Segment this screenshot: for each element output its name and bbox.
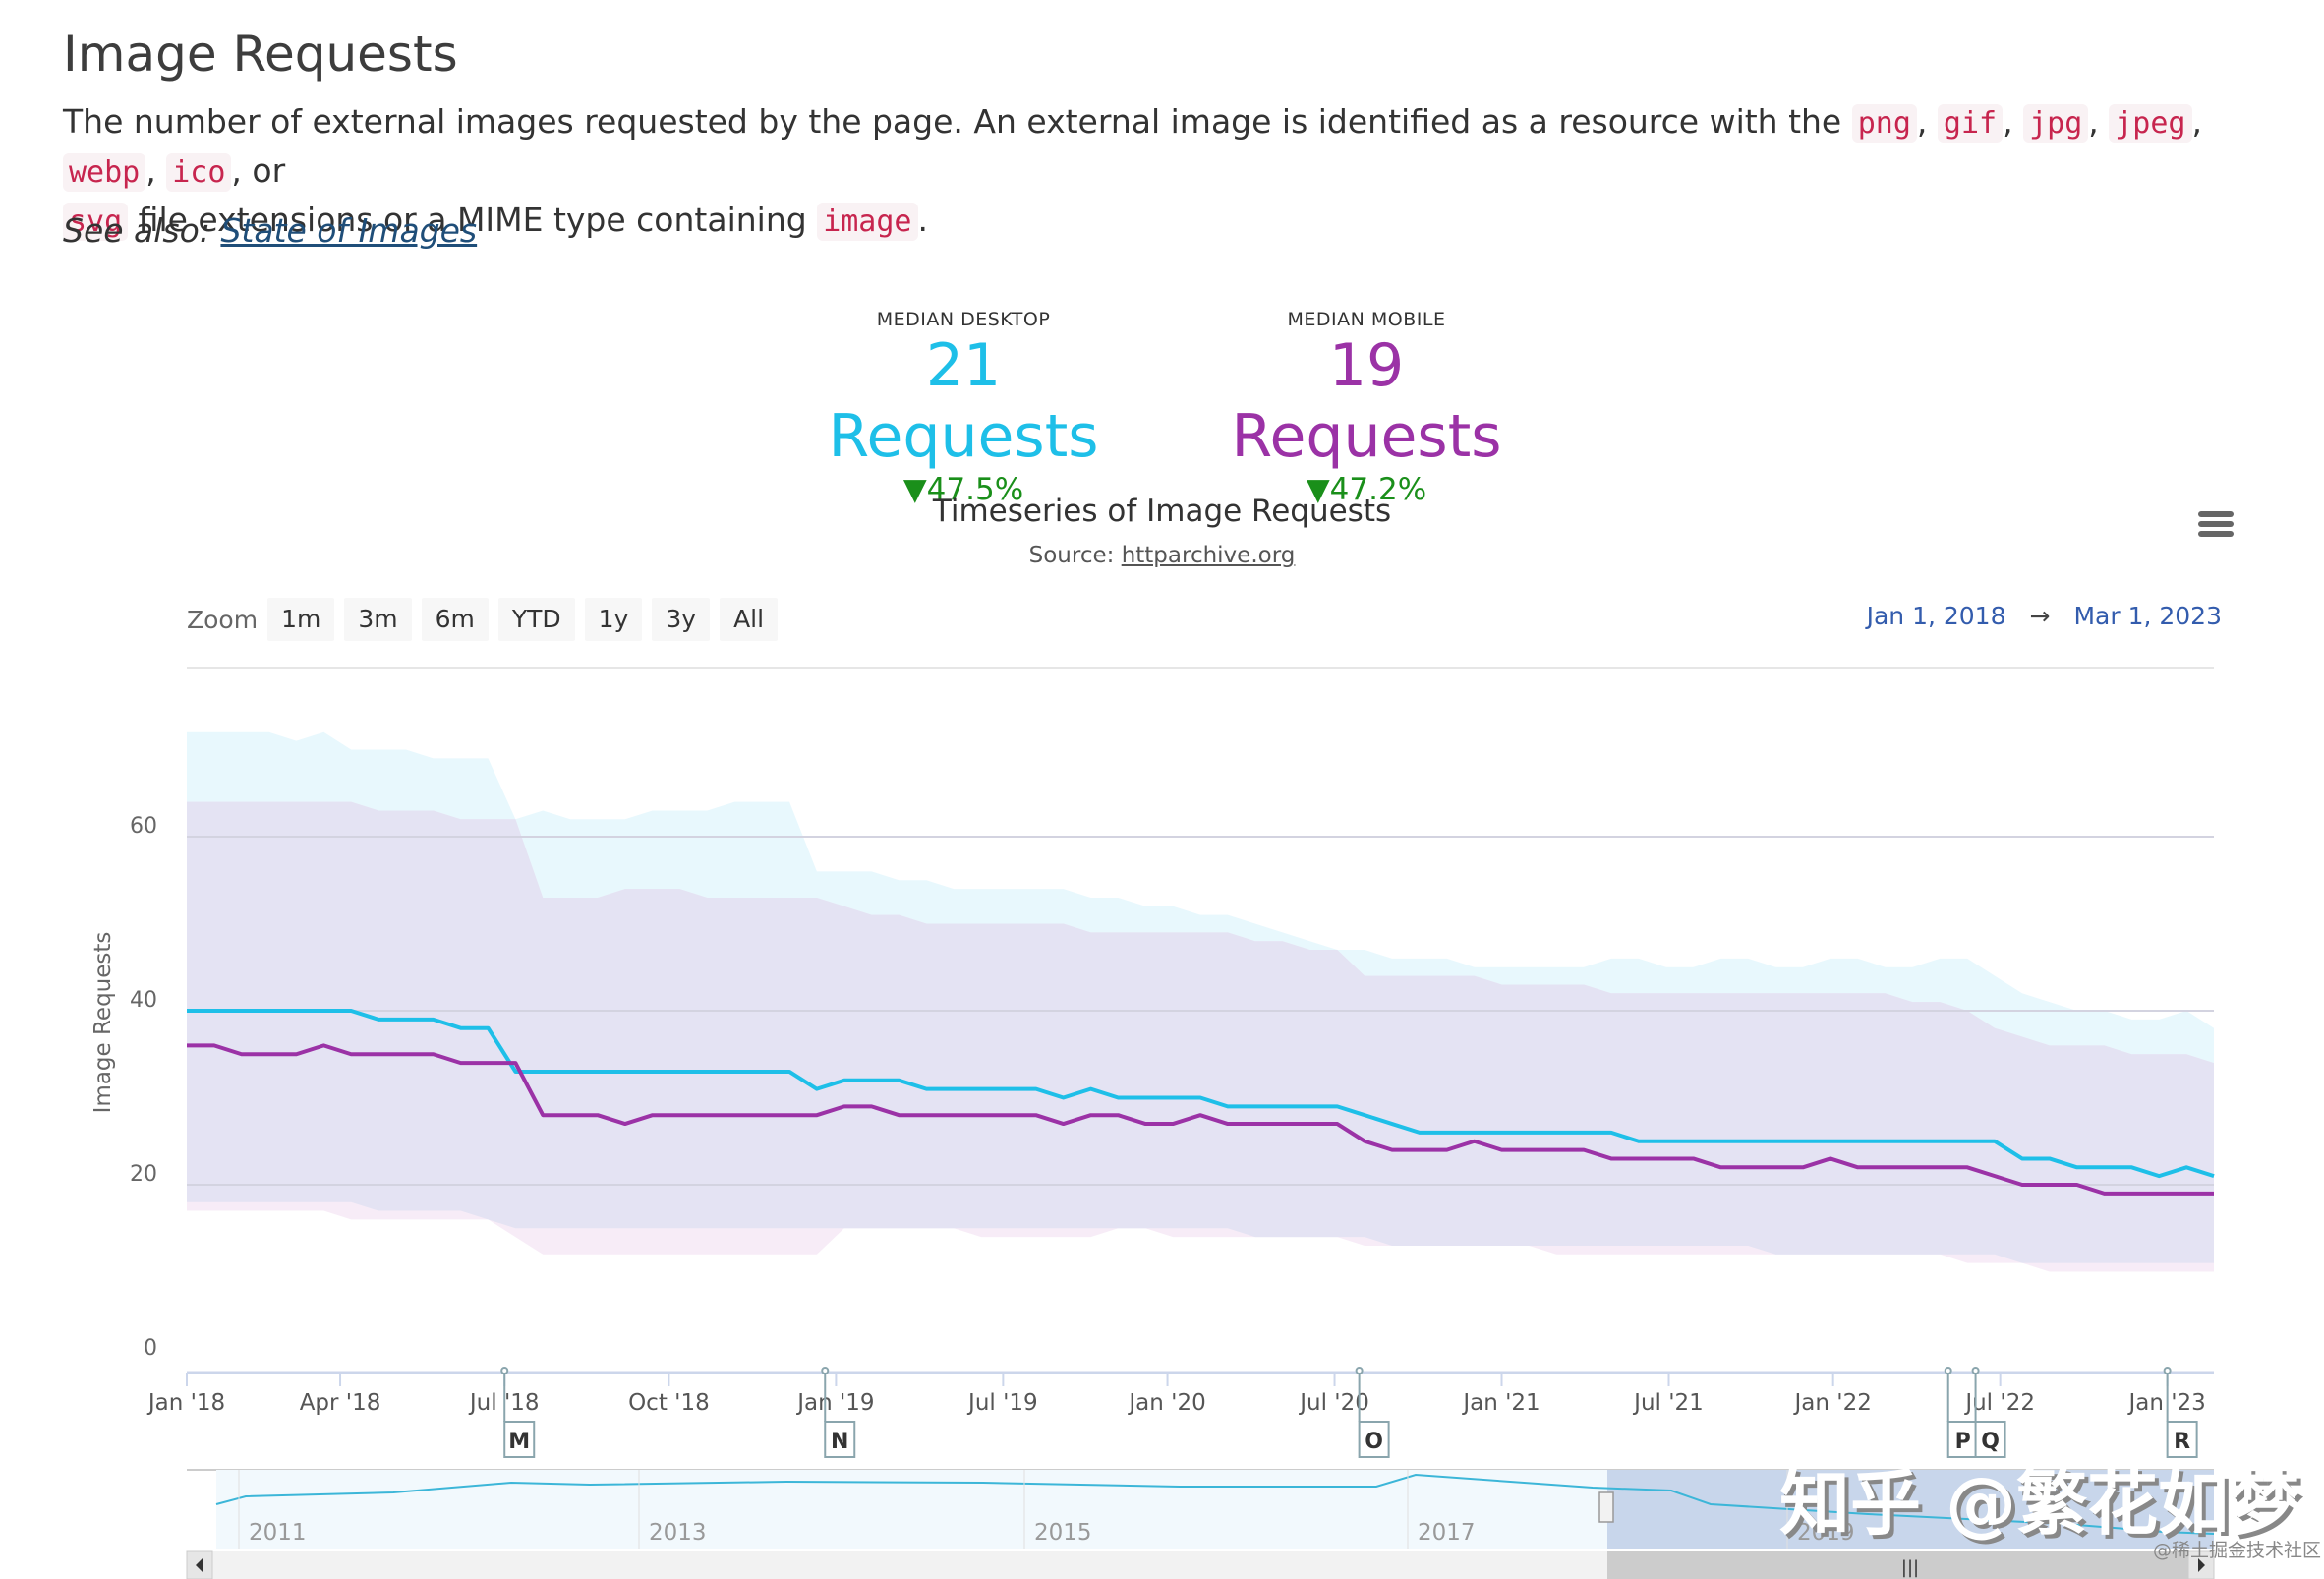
x-tick-label: Oct '18 [628,1390,710,1416]
flag-label: N [831,1430,848,1454]
flag-anchor [500,1367,509,1374]
flag-anchor [1355,1367,1364,1374]
flag-anchor [1944,1367,1952,1374]
y-tick-label: 60 [130,814,157,839]
navigator-tick-label: 2013 [649,1520,707,1546]
y-axis-title: Image Requests [90,932,116,1114]
x-tick-label: Jan '22 [1792,1390,1871,1416]
y-tick-label: 20 [130,1162,157,1187]
watermark-sub: @稀土掘金技术社区 [2153,1540,2322,1561]
x-tick-label: Jan '19 [795,1390,874,1416]
flag-anchor [821,1367,830,1374]
navigator-tick-label: 2017 [1418,1520,1476,1546]
x-tick-label: Jul '19 [966,1390,1038,1416]
y-tick-label: 0 [144,1336,157,1361]
navigator-left-handle[interactable] [1598,1491,1614,1523]
flag-anchor [1971,1367,1980,1374]
flag-label: O [1365,1430,1383,1454]
scrollbar-grip-icon: ||| [1901,1557,1919,1578]
y-tick-label: 40 [130,988,157,1013]
navigator-tick-label: 2015 [1034,1520,1092,1546]
x-tick-label: Jan '20 [1127,1390,1205,1416]
x-tick-label: Jul '21 [1632,1390,1704,1416]
watermark: 知乎 @繁花如梦 [1779,1462,2300,1545]
timeseries-chart: 0 20 40 60 Image Requests Jan '18 Apr '18 Jul '… [90,667,2215,1579]
x-tick-label: Apr '18 [300,1390,381,1416]
flag-anchor [2163,1367,2172,1374]
x-tick-label: Jul '22 [1963,1390,2035,1416]
navigator-tick-label: 2011 [249,1520,307,1546]
x-tick-label: Jan '21 [1461,1390,1540,1416]
x-tick-label: Jan '18 [146,1390,225,1416]
flag-label: M [508,1430,530,1454]
